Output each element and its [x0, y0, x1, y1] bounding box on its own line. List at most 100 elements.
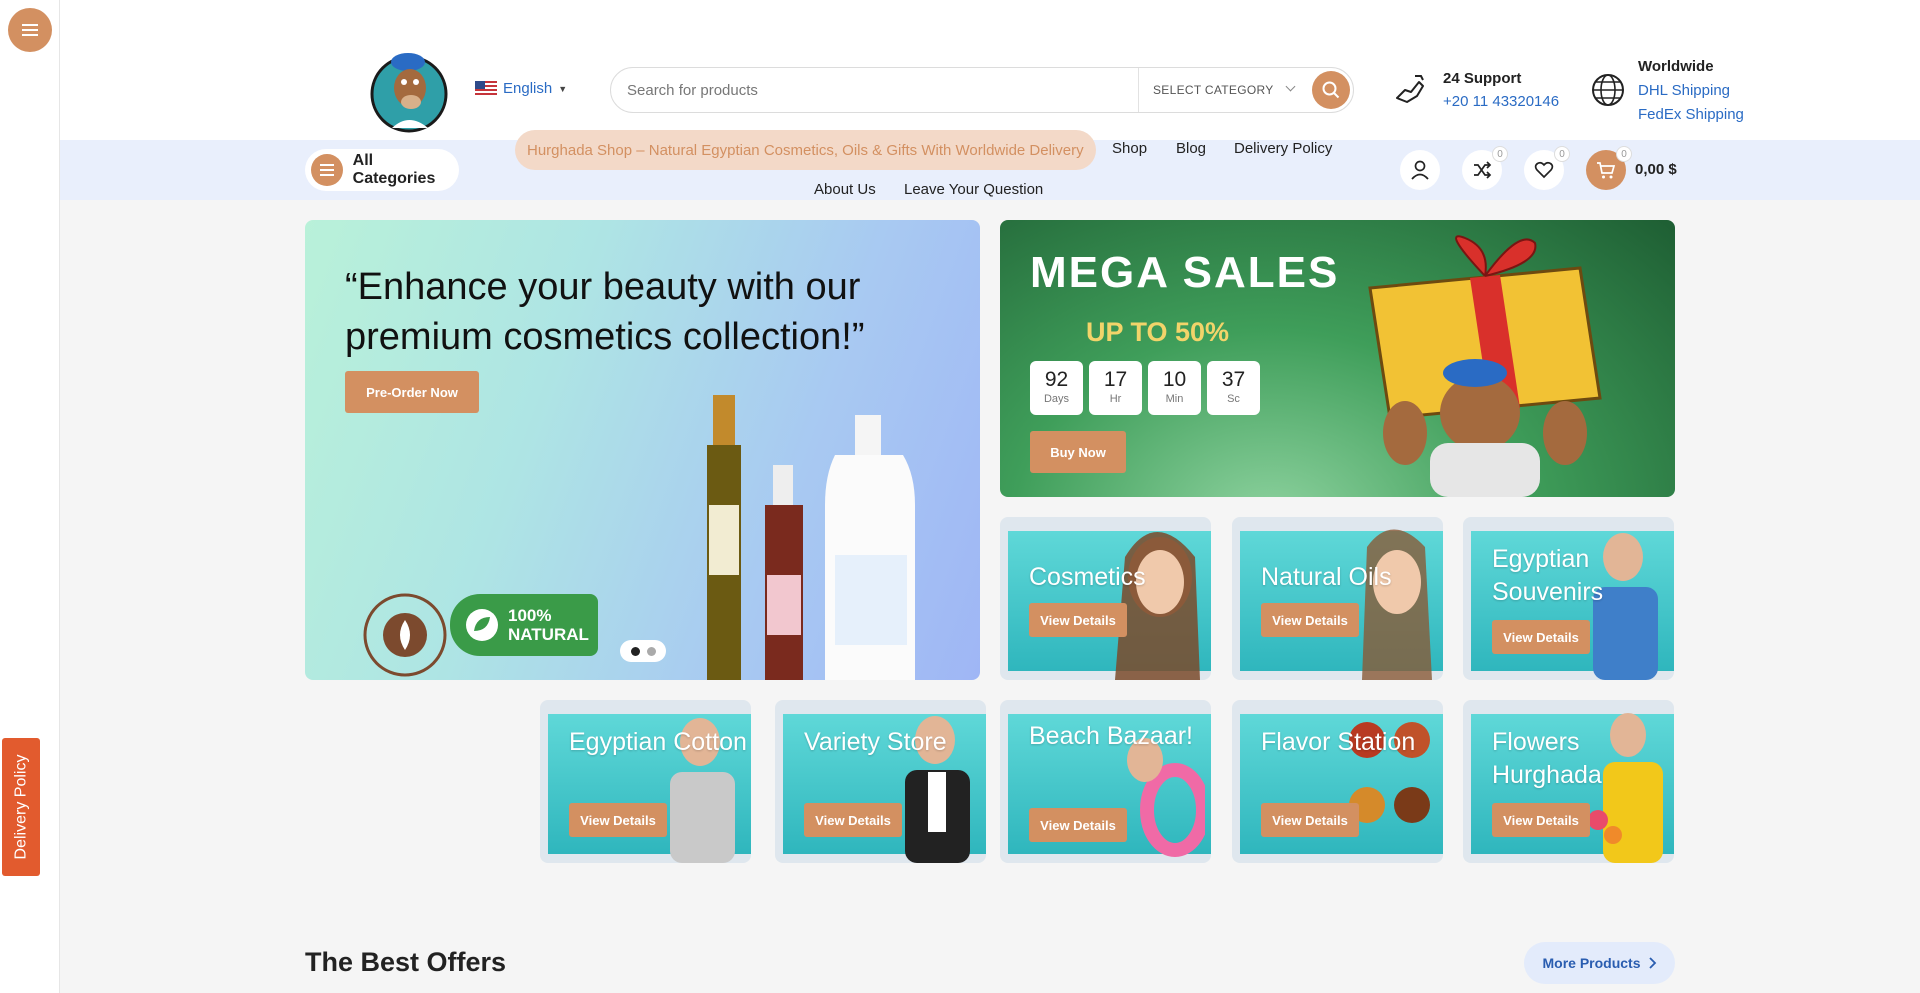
- heart-icon: [1534, 161, 1554, 179]
- cold-pressed-seal-image: [363, 593, 447, 677]
- hero-slider: “Enhance your beauty with our premium co…: [305, 220, 980, 680]
- category-tile-variety-store[interactable]: Variety Store View Details: [775, 700, 986, 863]
- shipping-block: Worldwide DHL Shipping FedEx Shipping: [1590, 58, 1744, 123]
- globe-icon: [1592, 74, 1624, 106]
- countdown-days-unit: Days: [1043, 393, 1070, 405]
- view-details-button[interactable]: View Details: [1261, 603, 1359, 637]
- category-name: Egyptian Souvenirs: [1492, 545, 1604, 606]
- category-tile-flowers-hurghada[interactable]: Flowers Hurghada View Details: [1463, 700, 1674, 863]
- countdown-seconds-unit: Sc: [1227, 393, 1240, 405]
- nav-item-home[interactable]: Hurghada Shop – Natural Egyptian Cosmeti…: [515, 130, 1096, 170]
- more-products-label: More Products: [1542, 955, 1641, 971]
- compare-button[interactable]: 0: [1462, 146, 1508, 190]
- view-details-label: View Details: [1040, 612, 1116, 628]
- countdown-seconds-value: 37: [1221, 368, 1246, 391]
- nav-item-home-label: Hurghada Shop – Natural Egyptian Cosmeti…: [527, 141, 1084, 159]
- countdown-seconds: 37 Sc: [1207, 361, 1260, 415]
- site-header: English ▼ SELECT CATEGORY 24 Support +20…: [60, 0, 1920, 140]
- fedex-shipping-link[interactable]: FedEx Shipping: [1638, 106, 1744, 123]
- category-name: Variety Store: [804, 728, 947, 756]
- buy-now-label: Buy Now: [1050, 444, 1106, 460]
- category-select[interactable]: SELECT CATEGORY: [1138, 68, 1310, 112]
- all-categories-button[interactable]: All Categories: [305, 149, 459, 191]
- category-tile-beach-bazaar[interactable]: Beach Bazaar! View Details: [1000, 700, 1211, 863]
- natural-badge-image: 100% NATURAL: [450, 594, 598, 656]
- search-input[interactable]: [611, 70, 1131, 110]
- view-details-button[interactable]: View Details: [1029, 808, 1127, 842]
- countdown-timer: 92 Days 17 Hr 10 Min 37 Sc: [1030, 361, 1260, 415]
- cart-total[interactable]: 0,00 $: [1635, 161, 1677, 178]
- nav-item-about-us[interactable]: About Us: [814, 181, 876, 198]
- pre-order-button[interactable]: Pre-Order Now: [345, 371, 479, 413]
- category-name: Cosmetics: [1029, 563, 1146, 591]
- pre-order-label: Pre-Order Now: [366, 384, 458, 400]
- countdown-days: 92 Days: [1030, 361, 1083, 415]
- category-tile-egyptian-cotton[interactable]: Egyptian Cotton View Details: [540, 700, 751, 863]
- caret-down-icon: ▼: [558, 83, 568, 94]
- countdown-hours: 17 Hr: [1089, 361, 1142, 415]
- hero-title: “Enhance your beauty with our premium co…: [345, 266, 865, 358]
- search-icon: [1322, 81, 1340, 99]
- view-details-label: View Details: [1503, 629, 1579, 645]
- menu-icon[interactable]: [8, 8, 52, 52]
- wishlist-button[interactable]: 0: [1524, 146, 1570, 190]
- compare-count-badge: 0: [1492, 146, 1508, 162]
- cart-button[interactable]: 0: [1586, 146, 1632, 190]
- support-block: 24 Support +20 11 43320146: [1393, 70, 1559, 110]
- search-button[interactable]: [1312, 71, 1350, 109]
- category-cosmetics-image: [1115, 532, 1200, 680]
- nav-item-delivery-policy[interactable]: Delivery Policy: [1234, 140, 1332, 157]
- category-tile-cosmetics[interactable]: Cosmetics View Details: [1000, 517, 1211, 680]
- category-name: Natural Oils: [1261, 563, 1392, 591]
- view-details-button[interactable]: View Details: [569, 803, 667, 837]
- slider-dot[interactable]: [646, 646, 656, 656]
- countdown-minutes-unit: Min: [1165, 393, 1184, 405]
- support-phone[interactable]: +20 11 43320146: [1443, 93, 1559, 110]
- support-title: 24 Support: [1443, 70, 1522, 87]
- category-cotton-image: [670, 718, 735, 863]
- natural-badge-text: 100% NATURAL: [508, 606, 589, 644]
- dhl-shipping-link[interactable]: DHL Shipping: [1638, 82, 1744, 99]
- main-nav: All Categories Hurghada Shop – Natural E…: [60, 130, 1920, 200]
- left-rail: Delivery Policy: [0, 0, 60, 993]
- mega-sales-subtitle: UP TO 50%: [1086, 317, 1230, 347]
- delivery-policy-tab-label: Delivery Policy: [12, 754, 30, 860]
- category-natural-oils-image: [1362, 529, 1432, 680]
- category-spices-image: [1349, 722, 1430, 823]
- countdown-hours-value: 17: [1103, 368, 1128, 391]
- user-icon: [1411, 160, 1429, 180]
- more-products-button[interactable]: More Products: [1524, 942, 1675, 984]
- countdown-minutes: 10 Min: [1148, 361, 1201, 415]
- nav-item-shop[interactable]: Shop: [1112, 140, 1147, 157]
- account-button[interactable]: [1400, 150, 1440, 190]
- nav-item-leave-question[interactable]: Leave Your Question: [904, 181, 1043, 198]
- all-categories-label: All Categories: [352, 152, 436, 187]
- view-details-label: View Details: [1040, 817, 1116, 833]
- category-select-value: SELECT CATEGORY: [1153, 83, 1274, 97]
- nav-item-blog[interactable]: Blog: [1176, 140, 1206, 157]
- view-details-button[interactable]: View Details: [1029, 603, 1127, 637]
- buy-now-button[interactable]: Buy Now: [1030, 431, 1126, 473]
- view-details-button[interactable]: View Details: [804, 803, 902, 837]
- view-details-button[interactable]: View Details: [1492, 620, 1590, 654]
- view-details-button[interactable]: View Details: [1492, 803, 1590, 837]
- search-bar: SELECT CATEGORY: [610, 67, 1354, 113]
- shuffle-icon: [1474, 161, 1492, 179]
- countdown-hours-unit: Hr: [1109, 393, 1122, 405]
- view-details-button[interactable]: View Details: [1261, 803, 1359, 837]
- countdown-days-value: 92: [1044, 368, 1069, 391]
- slider-dot-active[interactable]: [630, 646, 640, 656]
- category-tile-flavor-station[interactable]: Flavor Station View Details: [1232, 700, 1443, 863]
- category-tile-natural-oils[interactable]: Natural Oils View Details: [1232, 517, 1443, 680]
- mascot-gift-image: [1368, 235, 1602, 497]
- cart-icon: [1597, 162, 1616, 179]
- wishlist-count-badge: 0: [1554, 146, 1570, 162]
- best-offers-title: The Best Offers: [305, 947, 507, 977]
- slider-dots[interactable]: [620, 640, 666, 662]
- category-tile-egyptian-souvenirs[interactable]: Egyptian Souvenirs View Details: [1463, 517, 1674, 680]
- delivery-policy-tab[interactable]: Delivery Policy: [2, 738, 40, 876]
- category-name: Egyptian Cotton: [569, 728, 747, 756]
- site-logo[interactable]: [370, 42, 448, 134]
- language-selector[interactable]: English ▼: [475, 80, 567, 97]
- category-name: Beach Bazaar!: [1029, 722, 1193, 750]
